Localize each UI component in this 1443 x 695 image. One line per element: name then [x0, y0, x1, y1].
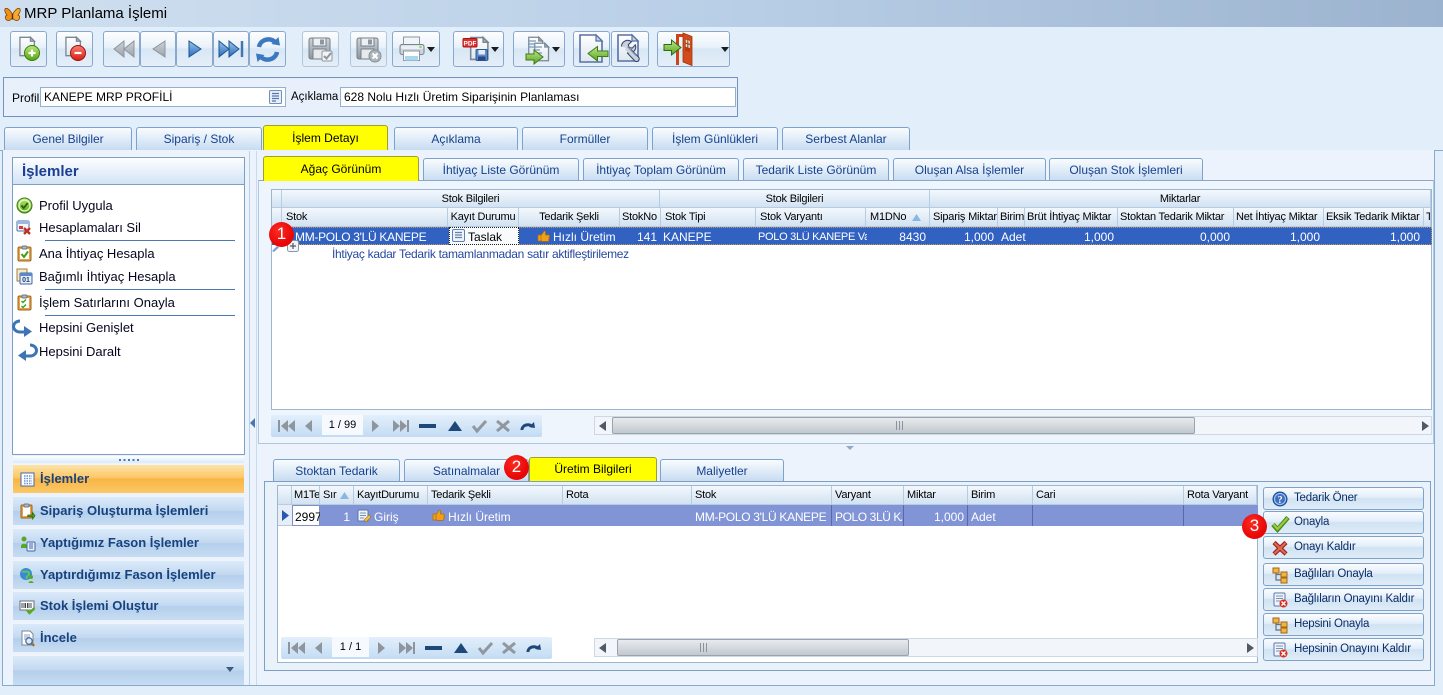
svg-text:01: 01 [22, 277, 30, 284]
svg-text:PDF: PDF [464, 41, 477, 48]
svg-text:?: ? [1278, 495, 1283, 506]
